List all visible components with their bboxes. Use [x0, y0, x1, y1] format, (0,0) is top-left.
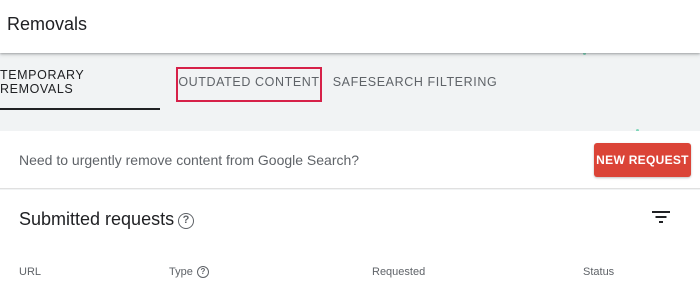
column-header-url[interactable]: URL	[19, 266, 41, 278]
filter-icon[interactable]	[652, 210, 670, 224]
tab-bar: TEMPORARY REMOVALS OUTDATED CONTENT SAFE…	[0, 54, 700, 110]
new-request-button[interactable]: NEW REQUEST	[594, 143, 691, 177]
tab-temporary-removals[interactable]: TEMPORARY REMOVALS	[0, 54, 160, 110]
help-icon[interactable]: ?	[178, 213, 194, 229]
column-header-status[interactable]: Status	[583, 266, 614, 278]
type-help-icon[interactable]: ?	[197, 266, 209, 278]
submitted-requests-card: Submitted requests ? URL Type ? Requeste…	[0, 190, 700, 298]
new-request-card: Need to urgently remove content from Goo…	[0, 131, 700, 189]
tab-outdated-content[interactable]: OUTDATED CONTENT	[176, 54, 322, 110]
page-title: Removals	[7, 14, 88, 34]
tab-safesearch-filtering[interactable]: SAFESEARCH FILTERING	[330, 54, 500, 110]
column-header-requested[interactable]: Requested	[372, 266, 425, 278]
column-header-type[interactable]: Type	[169, 266, 193, 278]
app-header: Removals	[0, 0, 700, 53]
submitted-requests-title: Submitted requests	[19, 209, 175, 229]
new-request-prompt: Need to urgently remove content from Goo…	[19, 152, 360, 168]
